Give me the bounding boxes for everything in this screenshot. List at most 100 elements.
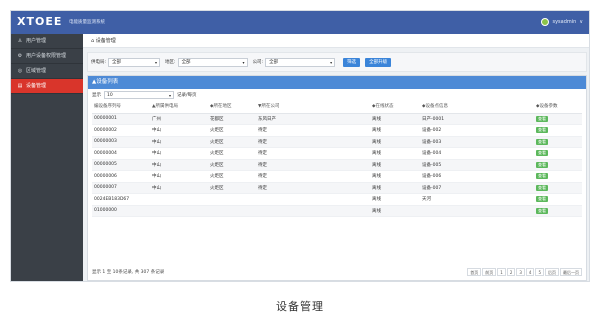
table-row: 00000007 中山 火炬区 待定 离线 设备-007 查看	[92, 182, 582, 194]
record-summary: 显示 1 至 10条记录, 共 307 条记录	[92, 270, 165, 275]
sidebar-item-1[interactable]: ⚙ 用户设备权限管理	[11, 49, 83, 64]
view-button[interactable]: 查看	[536, 207, 548, 214]
filter-label-region: 地区:	[165, 60, 176, 65]
table-cell: 待定	[256, 124, 318, 137]
column-header[interactable]: ▼所在公司	[256, 100, 318, 114]
table-cell: 火炬区	[208, 124, 256, 137]
view-button[interactable]: 查看	[536, 184, 548, 191]
table-cell: 00000002	[92, 124, 150, 137]
bureau-select-value: 全部	[112, 59, 122, 65]
sidebar-item-label: 设备管理	[26, 82, 47, 89]
table-cell	[150, 193, 208, 206]
view-button[interactable]: 查看	[536, 150, 548, 157]
table-cell: 00000003	[92, 136, 150, 148]
bureau-select[interactable]: 全部 ▾	[108, 57, 161, 67]
view-button[interactable]: 查看	[536, 127, 548, 134]
page-link[interactable]: 最后一页	[560, 268, 582, 276]
table-cell: 设备-005	[420, 159, 476, 171]
table-cell: 00000004	[92, 147, 150, 160]
chevron-down-icon: ▾	[155, 59, 158, 65]
sidebar-item-label: 区域管理	[26, 67, 47, 74]
column-header[interactable]	[476, 100, 534, 114]
company-select-value: 全部	[269, 59, 279, 65]
table-cell: 查看	[534, 193, 582, 206]
column-header[interactable]	[318, 100, 370, 114]
table-cell	[318, 136, 370, 148]
upgrade-all-button[interactable]: 全部升级	[365, 57, 392, 67]
region-select[interactable]: 全部 ▾	[177, 57, 248, 67]
sidebar-item-2[interactable]: ◎ 区域管理	[11, 64, 83, 79]
view-button[interactable]: 查看	[536, 173, 548, 180]
view-button[interactable]: 查看	[536, 138, 548, 145]
table-cell	[476, 159, 534, 171]
table-row: 00000005 中山 火炬区 待定 离线 设备-005 查看	[92, 159, 582, 171]
table-cell: 中山	[150, 170, 208, 183]
page-link[interactable]: 前页	[482, 268, 497, 276]
sidebar-item-label: 用户管理	[26, 37, 47, 44]
table-cell: 查看	[534, 113, 582, 125]
top-bar: XTOEE 电能质量监测系统 sysadmin ∨	[11, 11, 589, 34]
page-link[interactable]: 5	[535, 268, 544, 276]
column-header[interactable]: ◆所在地区	[208, 100, 256, 114]
table-cell: 设备-007	[420, 182, 476, 194]
page-link[interactable]: 2	[506, 268, 516, 276]
page-size-value: 10	[107, 92, 113, 98]
column-header[interactable]: ▲所属供电局	[150, 100, 208, 114]
page-size-suffix: 记录/每页	[177, 92, 197, 98]
table-cell	[256, 193, 318, 206]
table-cell: 中山	[150, 182, 208, 194]
page-link[interactable]: 1	[497, 268, 506, 276]
table-cell	[420, 205, 476, 217]
table-row: 0024EB183D67 离线 天河 查看	[92, 193, 582, 206]
view-button[interactable]: 查看	[536, 196, 548, 203]
table-cell	[476, 193, 534, 206]
filter-label-company: 公司:	[252, 60, 264, 65]
page-link[interactable]: 3	[516, 268, 525, 276]
chevron-down-icon: ∨	[579, 19, 583, 25]
column-header[interactable]: 编设备序列号	[92, 100, 150, 114]
logo: XTOEE	[17, 15, 63, 28]
page-link[interactable]: 4	[525, 268, 535, 276]
table-cell: 查看	[534, 136, 582, 148]
column-header[interactable]: ◆在线状态	[370, 100, 420, 114]
table-cell: 待定	[256, 147, 318, 160]
table-cell: 查看	[534, 170, 582, 183]
page-link[interactable]: 首页	[467, 268, 482, 276]
table-cell	[208, 205, 256, 217]
company-select[interactable]: 全部 ▾	[265, 57, 336, 67]
app-subtitle: 电能质量监测系统	[69, 20, 105, 25]
menu-icon: ▤	[17, 82, 23, 89]
table-cell	[318, 159, 370, 171]
breadcrumb: ⌂ 设备管理	[83, 34, 589, 48]
menu-icon: ◎	[17, 67, 23, 74]
sidebar-item-0[interactable]: ♙ 用户管理	[11, 34, 83, 49]
table-cell	[256, 205, 318, 217]
table-cell: 火炬区	[208, 159, 256, 171]
view-button[interactable]: 查看	[536, 161, 548, 168]
page-link[interactable]: 后页	[545, 268, 559, 276]
page-size-select[interactable]: 10 ▾	[104, 90, 174, 99]
panel-title: ▲设备列表	[88, 76, 586, 89]
table-row: 00000002 中山 火炬区 待定 离线 设备-002 查看	[92, 124, 582, 137]
table-cell: 待定	[256, 159, 318, 171]
table-cell	[476, 136, 534, 148]
chevron-down-icon: ▾	[168, 92, 171, 98]
table-cell	[476, 147, 534, 160]
table-cell	[318, 147, 370, 160]
user-menu[interactable]: sysadmin ∨	[541, 18, 583, 26]
menu-icon: ♙	[17, 37, 23, 44]
page-size-label: 显示	[92, 92, 101, 98]
column-header[interactable]: ◆设备点信息	[420, 100, 476, 114]
table-row: 00000001 广州 花都区 东风日产 离线 日产-0001 查看	[92, 113, 582, 125]
filter-button[interactable]: 筛选	[343, 57, 361, 67]
column-header[interactable]: ◆设备参数	[534, 100, 582, 114]
table-cell: 天河	[420, 193, 476, 206]
table-footer: 显示 1 至 10条记录, 共 307 条记录 首页 前页 1 2 3 4 5 后页 最后一页	[92, 267, 582, 277]
table-cell: 查看	[534, 205, 582, 217]
table-cell	[476, 124, 534, 137]
view-button[interactable]: 查看	[536, 115, 548, 122]
table-cell: 00000001	[92, 113, 150, 125]
sidebar-item-3[interactable]: ▤ 设备管理	[11, 79, 83, 94]
table-cell: 离线	[370, 147, 420, 160]
table-cell: 离线	[370, 136, 420, 148]
